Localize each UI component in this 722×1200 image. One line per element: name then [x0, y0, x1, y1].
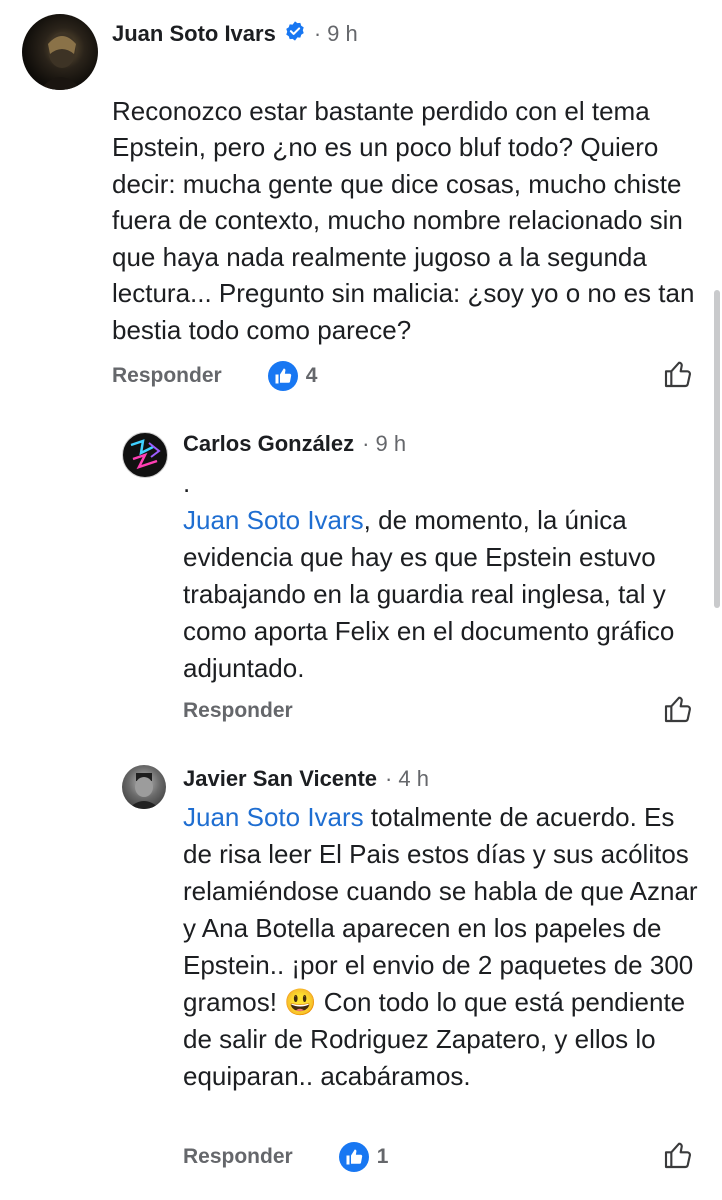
- comment-header: Carlos González · 9 h: [183, 430, 406, 458]
- author-name[interactable]: Carlos González: [183, 431, 354, 457]
- mention-link[interactable]: Juan Soto Ivars: [183, 802, 364, 832]
- separator-dot: ·: [313, 21, 322, 46]
- timestamp[interactable]: 4 h: [398, 766, 429, 792]
- reply-button[interactable]: Responder: [183, 699, 293, 723]
- thumbs-up-outline-icon[interactable]: [662, 1139, 694, 1171]
- comment-text: Juan Soto Ivars totalmente de acuerdo. E…: [183, 799, 703, 1095]
- comment-header: Javier San Vicente · 4 h: [183, 765, 429, 793]
- comment-text: Reconozco estar bastante perdido con el …: [112, 56, 702, 348]
- reaction-summary[interactable]: 4: [267, 361, 318, 391]
- avatar-neon-art-icon: [130, 439, 161, 470]
- avatar[interactable]: [122, 432, 168, 478]
- comment-body: Reconozco estar bastante perdido con el …: [112, 95, 695, 345]
- reaction-count: 1: [376, 1145, 389, 1168]
- reply-button[interactable]: Responder: [112, 364, 222, 388]
- like-reaction-icon: [267, 361, 298, 391]
- thumbs-up-outline-icon[interactable]: [662, 358, 694, 390]
- reaction-summary[interactable]: 1: [338, 1142, 389, 1172]
- comment-actions: Responder 4: [112, 360, 317, 392]
- avatar-photo-icon: [128, 773, 160, 809]
- thumbs-up-outline-icon[interactable]: [662, 693, 694, 725]
- comment-prefix: .: [183, 468, 191, 498]
- verified-badge-icon: [284, 20, 306, 48]
- comment-actions: Responder 1: [183, 1141, 388, 1173]
- reaction-count: 4: [305, 364, 318, 387]
- author-name[interactable]: Juan Soto Ivars: [112, 21, 276, 47]
- timestamp[interactable]: 9 h: [327, 21, 358, 47]
- separator-dot: ·: [362, 431, 370, 456]
- mention-link[interactable]: Juan Soto Ivars: [183, 505, 364, 535]
- reply-button[interactable]: Responder: [183, 1145, 293, 1169]
- timestamp[interactable]: 9 h: [375, 431, 406, 457]
- like-reaction-icon: [338, 1142, 369, 1172]
- avatar[interactable]: [122, 765, 166, 809]
- separator-dot: ·: [385, 766, 393, 791]
- comment-header: Juan Soto Ivars · 9 h: [112, 20, 358, 48]
- scrollbar[interactable]: [714, 290, 720, 608]
- comment-actions: Responder: [183, 695, 293, 727]
- avatar-photo-icon: [40, 32, 82, 90]
- author-name[interactable]: Javier San Vicente: [183, 766, 377, 792]
- comment-text: . Juan Soto Ivars, de momento, la única …: [183, 465, 703, 687]
- comment-body: totalmente de acuerdo. Es de risa leer E…: [183, 802, 698, 1091]
- avatar[interactable]: [22, 14, 98, 90]
